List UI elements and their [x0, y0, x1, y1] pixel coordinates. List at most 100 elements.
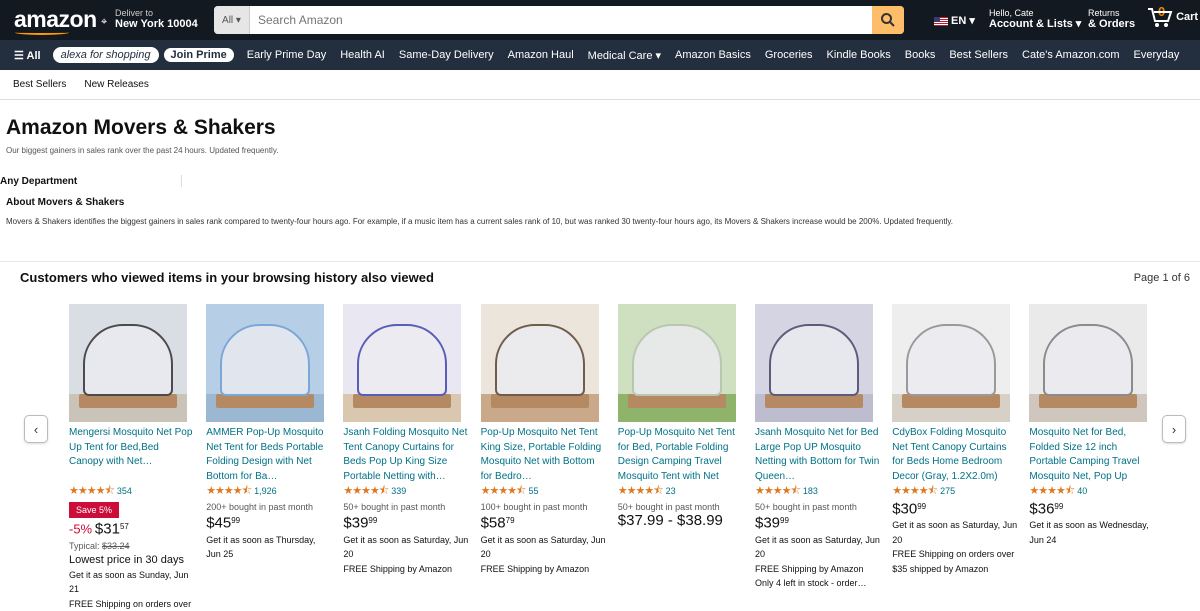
product-card[interactable]: Mosquito Net for Bed, Folded Size 12 inc…	[1029, 304, 1155, 547]
rating-row[interactable]: ★★★★⯪ 275	[892, 484, 1018, 500]
image-tent	[631, 324, 722, 396]
chevron-left-icon: ‹	[33, 421, 39, 437]
price-fraction: 99	[780, 516, 789, 525]
us-flag-icon	[934, 16, 948, 26]
price-whole: $36	[1029, 499, 1055, 517]
language-selector[interactable]: EN ▾	[934, 14, 975, 27]
deliver-to[interactable]: Deliver to New York 10004	[115, 8, 198, 30]
nav-early-prime-day[interactable]: Early Prime Day	[240, 49, 333, 61]
stock-note: Only 4 left in stock - order…	[755, 578, 867, 589]
rating-row[interactable]: ★★★★⯪ 1,926	[206, 484, 332, 500]
nav-health-ai[interactable]: Health AI	[333, 49, 392, 61]
price-fraction: 57	[119, 522, 129, 531]
product-image[interactable]	[480, 304, 599, 422]
nav-same-day-delivery[interactable]: Same-Day Delivery	[392, 49, 501, 61]
cart-button[interactable]: Cart	[1147, 6, 1198, 28]
nav-amazon-haul[interactable]: Amazon Haul	[501, 49, 581, 61]
alexa-shopping-button[interactable]: alexa for shopping	[52, 47, 159, 63]
image-bed	[902, 394, 1001, 408]
rating-row[interactable]: ★★★★⯪ 183	[755, 484, 881, 500]
delivery-estimate: Get it as soon as Saturday, Jun 20	[892, 520, 1018, 545]
product-card[interactable]: AMMER Pop-Up Mosquito Net Tent for Beds …	[206, 304, 332, 562]
carousel-prev-button[interactable]: ‹	[24, 415, 48, 443]
product-card[interactable]: Pop-Up Mosquito Net Tent King Size, Port…	[480, 304, 607, 576]
lowest-price-note: Lowest price in 30 days	[69, 554, 184, 567]
product-image[interactable]	[1029, 304, 1148, 422]
hamburger-icon: ☰	[14, 49, 24, 62]
product-image[interactable]	[755, 304, 873, 422]
rating-row[interactable]: ★★★★⯪ 55	[481, 484, 607, 500]
price-whole: $39	[343, 514, 369, 532]
product-title[interactable]: Jsanh Folding Mosquito Net Tent Canopy C…	[343, 426, 469, 484]
typical-price-value: $33.24	[102, 540, 130, 551]
image-bed	[765, 394, 863, 408]
review-count: 354	[116, 486, 132, 496]
price: $5879	[481, 514, 607, 533]
price: $3999	[755, 514, 881, 533]
rating-row[interactable]: ★★★★⯪ 339	[343, 484, 469, 500]
subnav-new-releases[interactable]: New Releases	[71, 79, 148, 90]
product-card[interactable]: Pop-Up Mosquito Net Tent for Bed, Portab…	[617, 304, 744, 529]
section-divider	[0, 261, 1200, 262]
delivery-estimate: Get it as soon as Wednesday, Jun 24	[1029, 520, 1149, 545]
product-image[interactable]	[69, 304, 187, 422]
rating-row[interactable]: ★★★★⯪ 23	[618, 484, 744, 500]
account-lists[interactable]: Hello, Cate Account & Lists ▾	[989, 8, 1081, 30]
sub-nav: Best Sellers New Releases	[0, 70, 1200, 100]
review-count: 23	[665, 486, 676, 496]
carousel-page-indicator: Page 1 of 6	[1133, 272, 1190, 284]
product-title[interactable]: Pop-Up Mosquito Net Tent King Size, Port…	[481, 426, 607, 484]
join-prime-button[interactable]: Join Prime	[163, 48, 234, 62]
product-card[interactable]: CdyBox Folding Mosquito Net Tent Canopy …	[892, 304, 1018, 576]
nav-amazon-basics[interactable]: Amazon Basics	[668, 49, 758, 61]
search-button[interactable]	[872, 6, 904, 34]
department-filter[interactable]: Any Department	[0, 176, 77, 187]
nav-medical-care[interactable]: Medical Care ▾	[581, 49, 668, 62]
returns-orders[interactable]: Returns & Orders	[1088, 8, 1135, 30]
all-menu-button[interactable]: ☰ All	[0, 49, 48, 62]
carousel-next-button[interactable]: ›	[1162, 415, 1186, 443]
nav-groceries[interactable]: Groceries	[758, 49, 820, 61]
search-input[interactable]	[250, 6, 872, 34]
image-bed	[490, 394, 589, 408]
nav-kindle-books[interactable]: Kindle Books	[820, 49, 898, 61]
product-card[interactable]: Jsanh Mosquito Net for Bed Large Pop UP …	[755, 304, 881, 591]
nav-cates-amazon[interactable]: Cate's Amazon.com	[1015, 49, 1126, 61]
product-image[interactable]	[892, 304, 1011, 422]
cart-label: Cart	[1176, 10, 1199, 23]
returns-label: Returns	[1088, 8, 1120, 18]
product-image[interactable]	[343, 304, 462, 422]
star-rating-icon: ★★★★⯪	[206, 485, 252, 497]
product-card[interactable]: Jsanh Folding Mosquito Net Tent Canopy C…	[343, 304, 469, 576]
rating-row[interactable]: ★★★★⯪ 354	[69, 484, 195, 500]
typical-price: Typical: $33.24	[69, 539, 195, 554]
product-title[interactable]: AMMER Pop-Up Mosquito Net Tent for Beds …	[206, 426, 332, 484]
price: -5% $3157	[69, 520, 195, 539]
product-title[interactable]: Mengersi Mosquito Net Pop Up Tent for Be…	[69, 426, 195, 484]
product-card[interactable]: Mengersi Mosquito Net Pop Up Tent for Be…	[69, 304, 195, 611]
image-bed	[353, 394, 452, 408]
deliver-label: Deliver to	[115, 8, 154, 18]
nav-everyday[interactable]: Everyday	[1127, 49, 1187, 61]
nav-best-sellers[interactable]: Best Sellers	[942, 49, 1015, 61]
product-image[interactable]	[206, 304, 325, 422]
product-title[interactable]: Pop-Up Mosquito Net Tent for Bed, Portab…	[618, 426, 744, 484]
logo-smile-icon	[15, 30, 69, 35]
delivery-estimate: Get it as soon as Saturday, Jun 20	[343, 534, 469, 560]
nav-books[interactable]: Books	[898, 49, 943, 61]
amazon-logo[interactable]: amazon	[14, 6, 97, 33]
search-icon	[881, 13, 895, 27]
product-title[interactable]: Mosquito Net for Bed, Folded Size 12 inc…	[1029, 426, 1155, 484]
review-count: 275	[940, 486, 956, 496]
image-tent	[1043, 324, 1134, 396]
subnav-best-sellers[interactable]: Best Sellers	[0, 79, 66, 90]
deal-badge: Save 5%	[69, 501, 120, 518]
product-image[interactable]	[617, 304, 736, 422]
product-title[interactable]: Jsanh Mosquito Net for Bed Large Pop UP …	[755, 426, 881, 484]
product-title[interactable]: CdyBox Folding Mosquito Net Tent Canopy …	[892, 426, 1018, 484]
search-category-select[interactable]: All ▾	[214, 6, 250, 34]
delivery-estimate: Get it as soon as Sunday, Jun 21	[69, 569, 189, 595]
rating-row[interactable]: ★★★★⯪ 40	[1029, 484, 1155, 500]
delivery-estimate: Get it as soon as Saturday, Jun 20	[480, 534, 606, 560]
price-whole: $45	[206, 514, 232, 532]
